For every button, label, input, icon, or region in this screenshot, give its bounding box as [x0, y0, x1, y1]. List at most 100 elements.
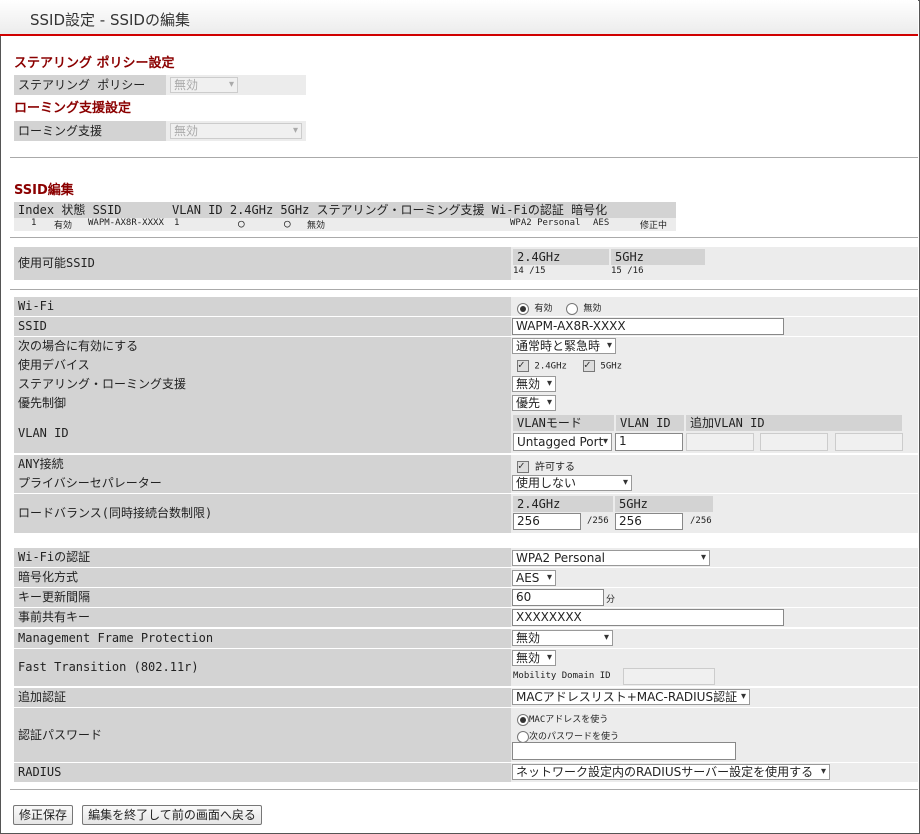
ft-select[interactable]: 無効 ▾ — [512, 650, 556, 666]
any-option[interactable]: 許可する — [517, 458, 575, 473]
vlan-add-input-1[interactable] — [686, 433, 754, 451]
page-title: SSID設定 - SSIDの編集 — [30, 11, 190, 29]
vlan-mode-select[interactable]: Untagged Port ▾ — [513, 433, 612, 451]
chevron-down-icon: ▾ — [820, 766, 826, 777]
ssid-row-auth: WPA2 Personal — [510, 218, 581, 228]
authpw-next-text: 次のパスワードを使う — [529, 732, 620, 742]
ft-label: Fast Transition (802.11r) — [14, 649, 511, 686]
wifi-on-text: 有効 — [534, 304, 553, 314]
privacy-select[interactable]: 使用しない ▾ — [512, 475, 632, 491]
wifi-on-option[interactable]: 有効 — [517, 301, 552, 315]
priority-select[interactable]: 優先 ▾ — [512, 395, 556, 411]
ssid-input[interactable]: WAPM-AX8R-XXXX — [512, 318, 784, 335]
enable-when-label: 次の場合に有効にする — [14, 337, 511, 356]
chevron-down-icon: ▾ — [228, 79, 234, 90]
devices-label: 使用デバイス — [14, 356, 511, 375]
available-5-header: 5GHz — [611, 249, 705, 265]
radio-on-icon[interactable] — [517, 302, 529, 315]
load-24-input[interactable]: 256 — [513, 513, 581, 530]
load-5-header: 5GHz — [615, 496, 713, 512]
rekey-input[interactable]: 60 — [512, 589, 604, 606]
wifi-off-option[interactable]: 無効 — [566, 301, 601, 315]
steer-roam-value: 無効 — [516, 377, 541, 391]
chevron-down-icon: ▾ — [603, 632, 609, 643]
vlan-label: VLAN ID — [14, 413, 511, 453]
vlan-id-header: VLAN ID — [616, 415, 684, 431]
authpw-input[interactable] — [512, 742, 736, 760]
divider — [10, 789, 918, 790]
vlan-add-input-3[interactable] — [835, 433, 903, 451]
steering-policy-label: ステアリング ポリシー — [14, 75, 166, 95]
steer-roam-select[interactable]: 無効 ▾ — [512, 376, 556, 392]
ssid-edit-section-title: SSID編集 — [14, 183, 74, 198]
divider — [10, 289, 918, 290]
enc-cell — [511, 568, 918, 587]
priority-cell — [511, 394, 918, 413]
radius-value: ネットワーク設定内のRADIUSサーバー設定を使用する — [516, 765, 814, 779]
steer-roam-cell — [511, 375, 918, 394]
chevron-down-icon: ▾ — [622, 477, 628, 488]
authpw-mac-option[interactable]: MACアドレスを使う — [517, 712, 608, 726]
chevron-down-icon: ▾ — [546, 652, 552, 663]
roaming-label: ローミング支援 — [14, 121, 166, 141]
enc-label: 暗号化方式 — [14, 568, 511, 587]
vlan-add-input-2[interactable] — [760, 433, 828, 451]
available-24-header: 2.4GHz — [513, 249, 609, 265]
steering-policy-select[interactable]: 無効 ▾ — [170, 77, 238, 93]
chevron-down-icon: ▾ — [740, 691, 746, 702]
checkbox-checked-icon[interactable] — [517, 358, 529, 372]
exit-edit-button[interactable]: 編集を終了して前の画面へ戻る — [82, 805, 262, 825]
radio-off-icon[interactable] — [517, 730, 529, 743]
roaming-select[interactable]: 無効 ▾ — [170, 123, 302, 139]
ft-value: 無効 — [516, 651, 541, 665]
save-button[interactable]: 修正保存 — [13, 805, 73, 825]
load-5-max: /256 — [690, 516, 712, 526]
enable-when-select[interactable]: 通常時と緊急時 ▾ — [512, 338, 616, 354]
ssid-row-steering: 無効 — [307, 221, 326, 231]
radio-on-icon[interactable] — [517, 713, 529, 726]
ft-mdid-input[interactable] — [623, 668, 715, 685]
rekey-unit: 分 — [606, 595, 616, 605]
load-5-input[interactable]: 256 — [615, 513, 683, 530]
ssid-row-status: 有効 — [54, 221, 73, 231]
radio-off-icon[interactable] — [566, 302, 578, 315]
available-ssid-label: 使用可能SSID — [14, 247, 511, 280]
enc-select[interactable]: AES ▾ — [512, 570, 556, 586]
authpw-label: 認証パスワード — [14, 708, 511, 762]
device-24-option[interactable]: 2.4GHz — [517, 358, 567, 372]
privacy-label: プライバシーセパレーター — [14, 474, 511, 493]
device-24-text: 2.4GHz — [534, 361, 567, 372]
ssid-row-enc: AES — [593, 218, 610, 228]
checkbox-checked-icon[interactable] — [583, 358, 595, 372]
mfp-value: 無効 — [516, 631, 541, 645]
chevron-down-icon: ▾ — [700, 552, 706, 563]
priority-label: 優先制御 — [14, 394, 511, 413]
steer-roam-label: ステアリング・ローミング支援 — [14, 375, 511, 394]
load-label: ロードバランス(同時接続台数制限) — [14, 494, 511, 533]
authpw-next-option[interactable]: 次のパスワードを使う — [517, 729, 619, 743]
load-24-header: 2.4GHz — [513, 496, 613, 512]
chevron-down-icon: ▾ — [292, 125, 298, 136]
ssid-row-vlan: 1 — [174, 218, 180, 228]
addauth-select[interactable]: MACアドレスリスト+MAC-RADIUS認証 ▾ — [512, 689, 750, 705]
device-5-option[interactable]: 5GHz — [583, 358, 623, 372]
vlan-add-header: 追加VLAN ID — [686, 415, 902, 431]
ssid-row-5ghz: ○ — [284, 217, 291, 230]
authpw-mac-text: MACアドレスを使う — [529, 715, 609, 725]
chevron-down-icon: ▾ — [602, 436, 608, 447]
radius-select[interactable]: ネットワーク設定内のRADIUSサーバー設定を使用する ▾ — [512, 764, 830, 780]
vlan-id-input[interactable]: 1 — [615, 433, 683, 451]
device-5-text: 5GHz — [600, 361, 623, 372]
psk-input[interactable]: XXXXXXXX — [512, 609, 784, 626]
checkbox-checked-icon[interactable] — [517, 459, 529, 473]
ssid-row-ssid: WAPM-AX8R-XXXX — [88, 218, 164, 228]
devices-cell — [511, 356, 918, 375]
priority-value: 優先 — [516, 396, 541, 410]
steering-policy-value: 無効 — [174, 78, 199, 92]
chevron-down-icon: ▾ — [546, 378, 552, 389]
any-text: 許可する — [535, 462, 576, 473]
mfp-select[interactable]: 無効 ▾ — [512, 630, 613, 646]
enable-when-value: 通常時と緊急時 — [516, 339, 601, 353]
auth-select[interactable]: WPA2 Personal ▾ — [512, 550, 710, 566]
addauth-label: 追加認証 — [14, 688, 511, 707]
